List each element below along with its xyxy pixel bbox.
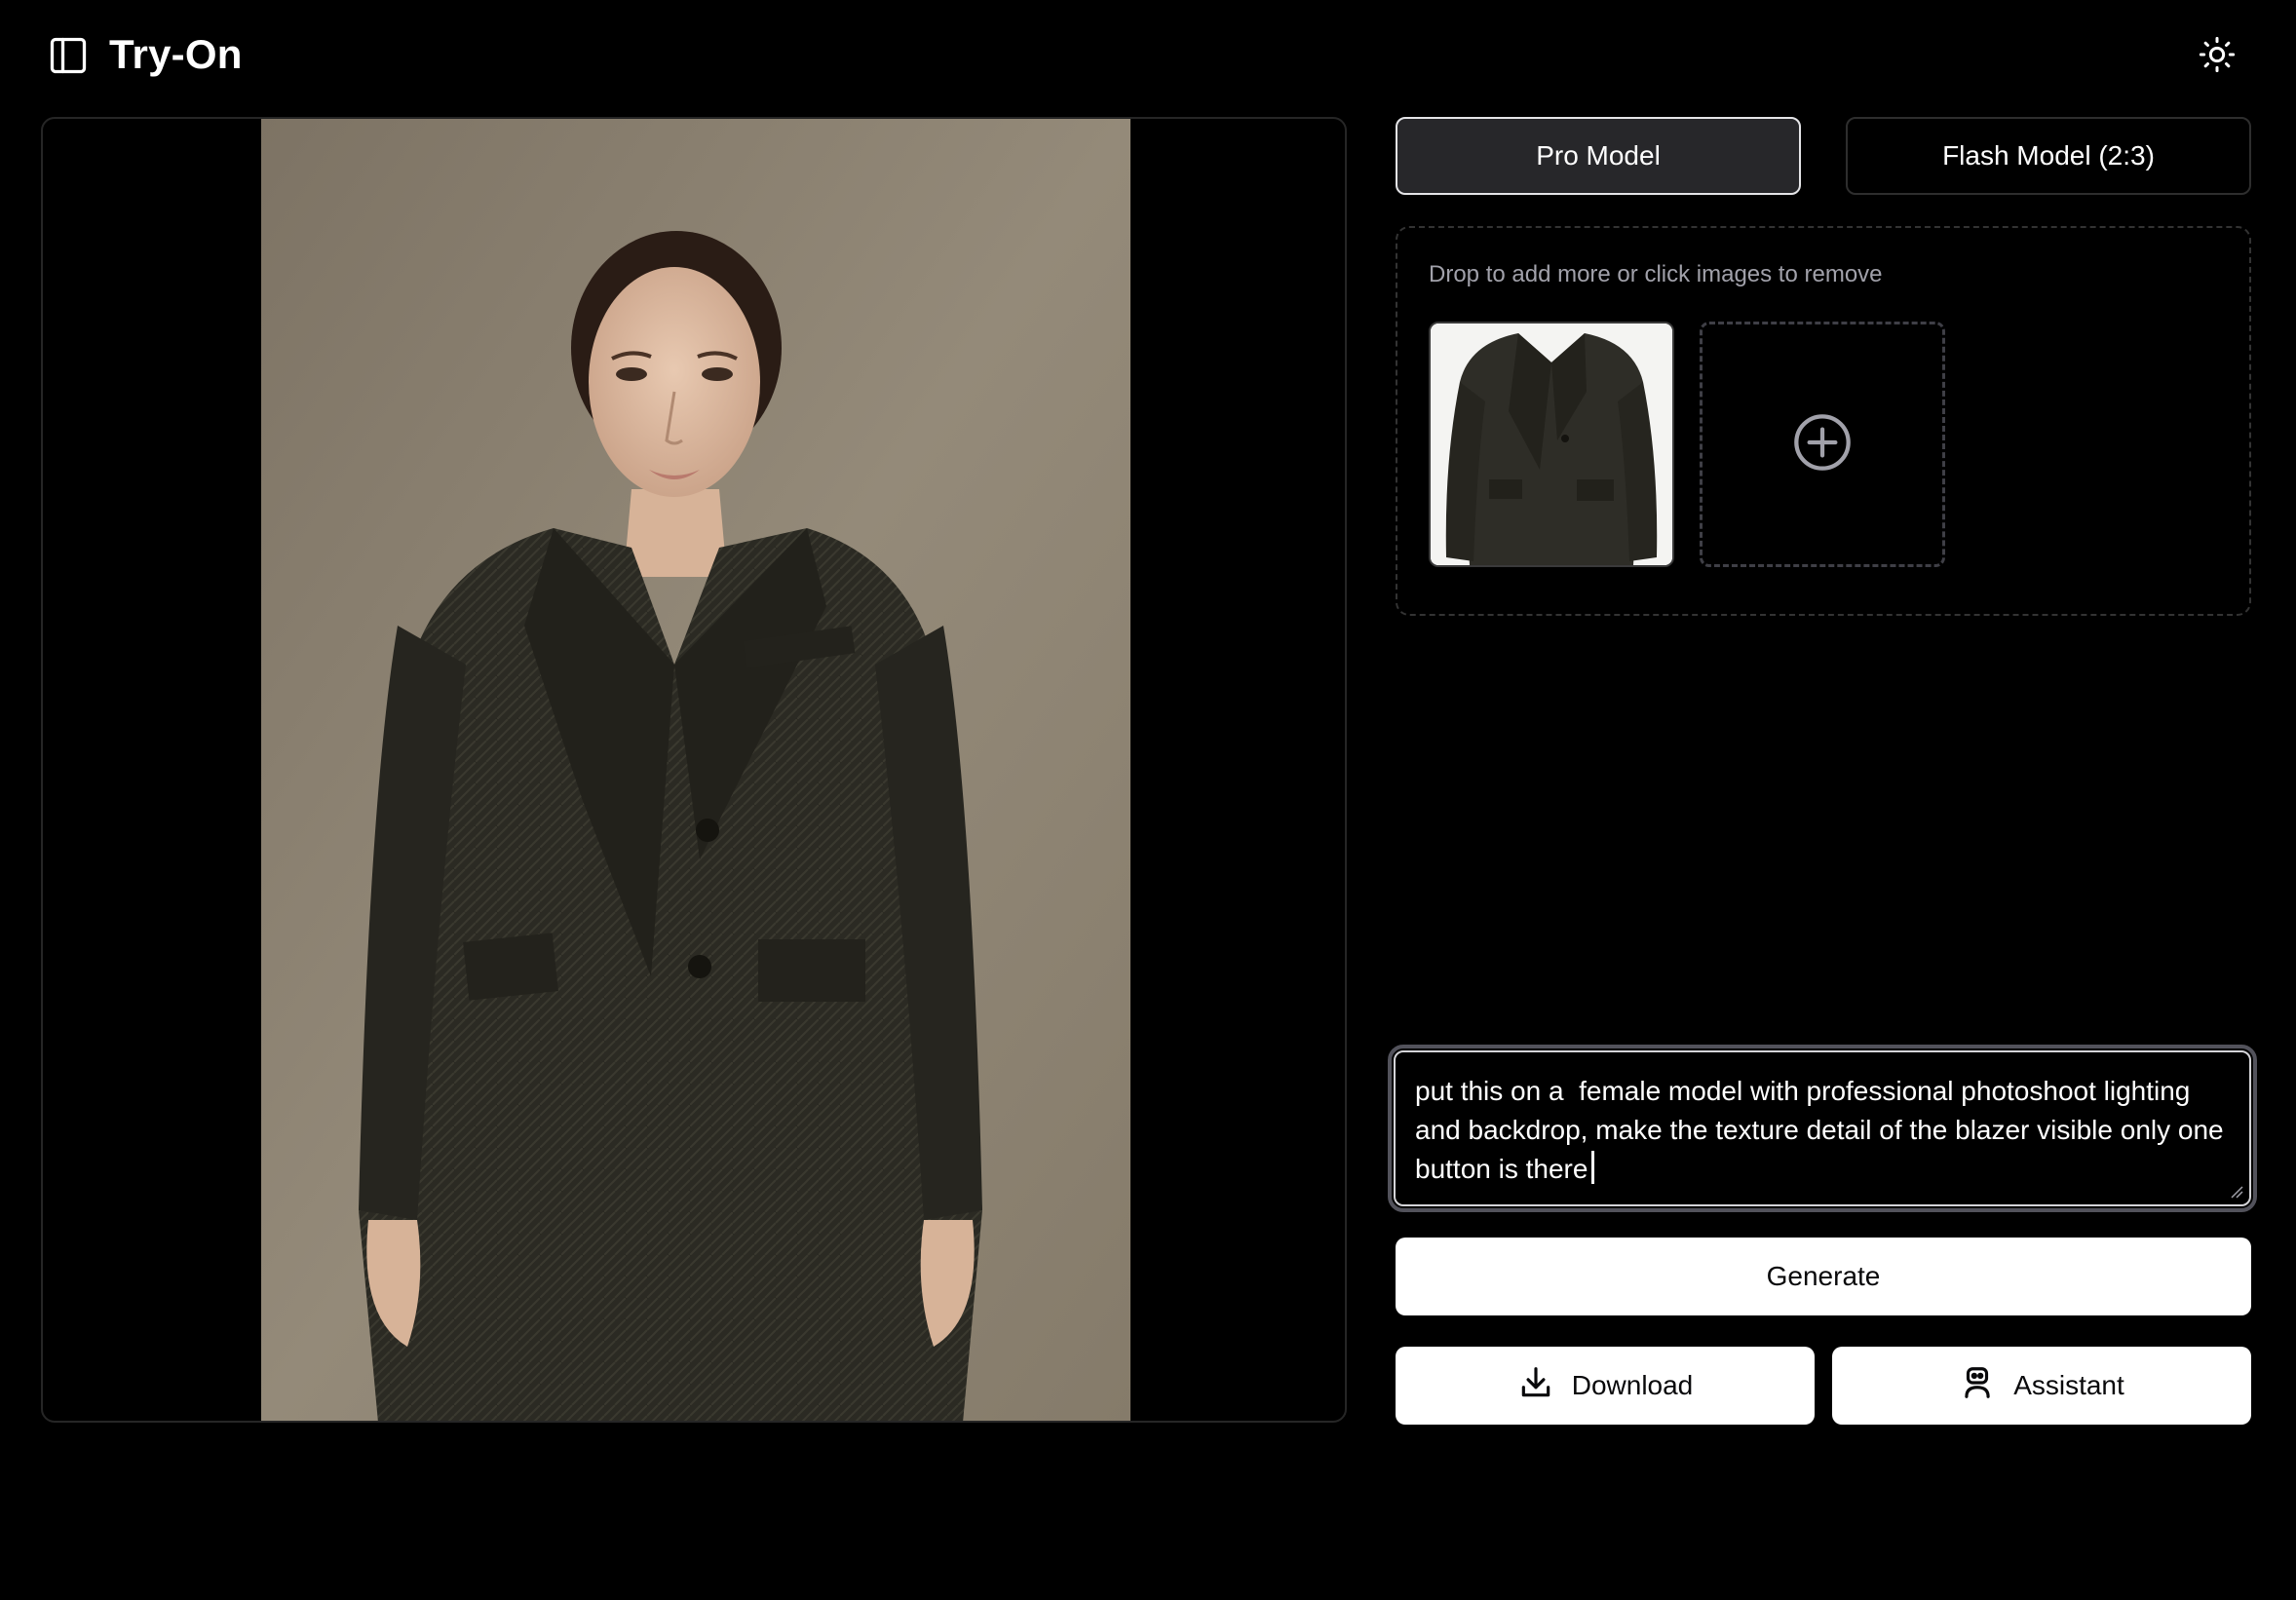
robot-icon	[1959, 1364, 1996, 1408]
flash-model-label: Flash Model (2:3)	[1942, 140, 2155, 171]
preview-panel	[41, 117, 1347, 1423]
text-caret	[1591, 1151, 1595, 1184]
sidebar-toggle-button[interactable]	[43, 32, 94, 83]
sun-icon	[2198, 35, 2237, 79]
image-dropzone[interactable]: Drop to add more or click images to remo…	[1396, 226, 2251, 616]
download-label: Download	[1571, 1370, 1694, 1400]
resize-handle-icon[interactable]	[2230, 1185, 2243, 1199]
theme-toggle-button[interactable]	[2190, 29, 2244, 84]
generate-button[interactable]: Generate	[1396, 1238, 2251, 1315]
prompt-textarea[interactable]: put this on a female model with professi…	[1394, 1050, 2251, 1206]
header: Try-On	[0, 0, 2296, 111]
download-button[interactable]: Download	[1396, 1347, 1815, 1425]
dropzone-hint: Drop to add more or click images to remo…	[1429, 261, 1883, 287]
plus-circle-icon	[1791, 411, 1854, 478]
prompt-focus-ring: put this on a female model with professi…	[1388, 1045, 2257, 1212]
pro-model-label: Pro Model	[1536, 140, 1661, 171]
download-icon	[1517, 1364, 1554, 1408]
flash-model-button[interactable]: Flash Model (2:3)	[1846, 117, 2251, 195]
add-image-slot[interactable]	[1700, 322, 1945, 567]
generate-label: Generate	[1766, 1261, 1881, 1291]
app: Try-On Pro Model Flash Model (2:3) Drop …	[0, 0, 2296, 1600]
generated-model-photo	[261, 119, 1130, 1421]
pro-model-button[interactable]: Pro Model	[1396, 117, 1801, 195]
assistant-label: Assistant	[2013, 1370, 2124, 1400]
app-title: Try-On	[109, 31, 243, 77]
garment-thumbnail[interactable]	[1429, 322, 1674, 567]
sidebar-panel-icon	[47, 34, 90, 82]
assistant-button[interactable]: Assistant	[1832, 1347, 2251, 1425]
prompt-text: put this on a female model with professi…	[1415, 1076, 2232, 1184]
